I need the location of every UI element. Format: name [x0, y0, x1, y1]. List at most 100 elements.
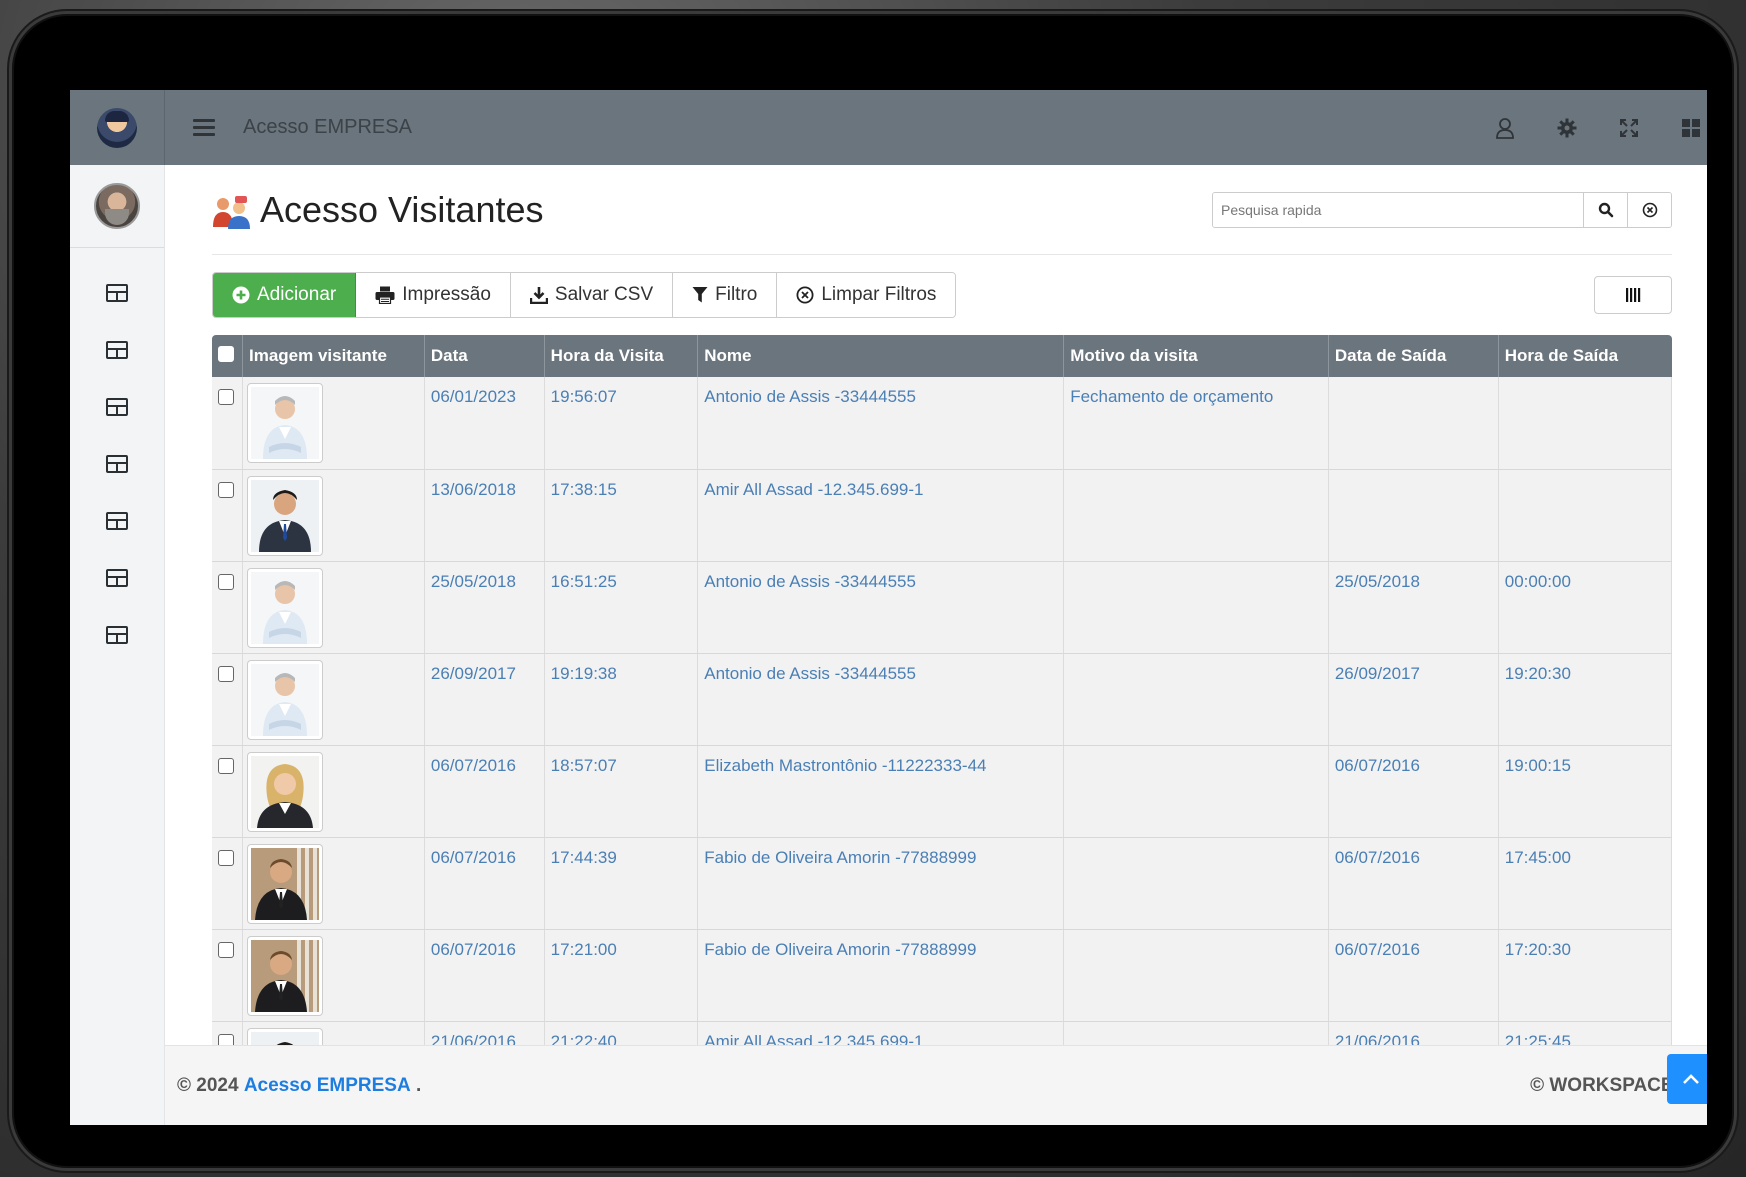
table-row[interactable]: 06/07/2016 17:21:00 Fabio de Oliveira Amor…	[212, 929, 1673, 1022]
row-checkbox[interactable]	[218, 941, 234, 958]
cell-data[interactable]: 21/06/2016	[424, 1021, 545, 1045]
column-header[interactable]: Data de Saída	[1328, 335, 1499, 377]
cell-data[interactable]: 06/07/2016	[424, 837, 545, 930]
sidebar-item-3[interactable]	[70, 378, 164, 435]
cell-hora[interactable]: 21:22:40	[544, 1021, 699, 1045]
cell-motivo[interactable]	[1063, 1021, 1329, 1045]
visitor-photo[interactable]	[246, 843, 323, 924]
cell-data[interactable]: 13/06/2018	[424, 469, 545, 562]
cell-nome[interactable]: Antonio de Assis -33444555	[697, 653, 1065, 746]
add-button[interactable]: Adicionar	[213, 273, 357, 317]
table-row[interactable]: 06/07/2016 18:57:07 Elizabeth Mastrontônio…	[212, 745, 1673, 838]
cell-data-saida[interactable]	[1328, 469, 1499, 562]
apps-icon[interactable]	[1679, 116, 1703, 140]
filter-button[interactable]: Filtro	[673, 273, 778, 317]
cell-data-saida[interactable]: 06/07/2016	[1328, 745, 1499, 838]
user-icon[interactable]	[1493, 116, 1517, 140]
table-row[interactable]: 06/01/2023 19:56:07 Antonio de Assis -3344…	[212, 377, 1673, 470]
cell-nome[interactable]: Elizabeth Mastrontônio -11222333-44	[697, 745, 1065, 838]
visitor-photo[interactable]	[246, 383, 323, 463]
columns-button[interactable]	[1594, 276, 1672, 314]
cell-hora-saida[interactable]: 21:25:45	[1498, 1021, 1673, 1045]
cell-data-saida[interactable]: 06/07/2016	[1328, 929, 1499, 1022]
table-row[interactable]: 06/07/2016 17:44:39 Fabio de Oliveira Amor…	[212, 837, 1673, 930]
visitor-photo[interactable]	[246, 475, 323, 556]
gear-icon[interactable]	[1555, 116, 1579, 140]
hamburger-icon[interactable]	[193, 119, 215, 136]
cell-data-saida[interactable]	[1328, 377, 1499, 470]
cell-hora-saida[interactable]	[1498, 377, 1673, 470]
table-row[interactable]: 26/09/2017 19:19:38 Antonio de Assis -3344…	[212, 653, 1673, 746]
visitor-photo[interactable]	[246, 751, 323, 832]
cell-motivo[interactable]	[1063, 929, 1329, 1022]
cell-data[interactable]: 06/01/2023	[424, 377, 545, 470]
fullscreen-icon[interactable]	[1617, 116, 1641, 140]
cell-hora-saida[interactable]: 19:20:30	[1498, 653, 1673, 746]
sidebar-item-7[interactable]	[70, 606, 164, 663]
cell-nome[interactable]: Amir All Assad -12.345.699-1	[697, 469, 1065, 562]
select-all-checkbox[interactable]	[218, 345, 234, 362]
row-checkbox[interactable]	[218, 573, 234, 590]
cell-data[interactable]: 26/09/2017	[424, 653, 545, 746]
footer-brand-link[interactable]: Acesso EMPRESA	[244, 1075, 411, 1097]
cell-motivo[interactable]	[1063, 469, 1329, 562]
visitor-photo[interactable]	[246, 659, 323, 740]
column-header[interactable]: Motivo da visita	[1063, 335, 1329, 377]
sidebar-item-5[interactable]	[70, 492, 164, 549]
cell-hora-saida[interactable]	[1498, 469, 1673, 562]
sidebar-item-4[interactable]	[70, 435, 164, 492]
table-row[interactable]: 13/06/2018 17:38:15 Amir All Assad -12.345…	[212, 469, 1673, 562]
cell-data-saida[interactable]: 25/05/2018	[1328, 561, 1499, 654]
cell-hora[interactable]: 18:57:07	[544, 745, 699, 838]
clear-filters-button[interactable]: Limpar Filtros	[777, 273, 956, 317]
cell-nome[interactable]: Fabio de Oliveira Amorin -77888999	[697, 929, 1065, 1022]
save-csv-button[interactable]: Salvar CSV	[510, 273, 674, 317]
brand-box[interactable]	[70, 90, 165, 165]
scroll-top-button[interactable]	[1667, 1054, 1707, 1104]
row-checkbox[interactable]	[218, 665, 234, 682]
column-header[interactable]: Data	[424, 335, 545, 377]
column-header[interactable]: Imagem visitante	[242, 335, 425, 377]
cell-hora[interactable]: 17:21:00	[544, 929, 699, 1022]
visitor-photo[interactable]	[246, 567, 323, 648]
sidebar-item-6[interactable]	[70, 549, 164, 606]
table-row[interactable]: 21/06/2016 21:22:40 Amir All Assad -12.345…	[212, 1021, 1673, 1045]
print-button[interactable]: Impressão	[356, 273, 511, 317]
search-button[interactable]	[1583, 192, 1627, 227]
cell-data[interactable]: 06/07/2016	[424, 745, 545, 838]
table-row[interactable]: 25/05/2018 16:51:25 Antonio de Assis -3344…	[212, 561, 1673, 654]
cell-data-saida[interactable]: 21/06/2016	[1328, 1021, 1499, 1045]
search-input[interactable]	[1213, 192, 1583, 227]
cell-data-saida[interactable]: 26/09/2017	[1328, 653, 1499, 746]
cell-hora[interactable]: 17:38:15	[544, 469, 699, 562]
cell-motivo[interactable]	[1063, 653, 1329, 746]
cell-hora[interactable]: 19:19:38	[544, 653, 699, 746]
cell-motivo[interactable]	[1063, 745, 1329, 838]
row-checkbox[interactable]	[218, 481, 234, 498]
cell-data[interactable]: 06/07/2016	[424, 929, 545, 1022]
cell-hora-saida[interactable]: 19:00:15	[1498, 745, 1673, 838]
cell-nome[interactable]: Fabio de Oliveira Amorin -77888999	[697, 837, 1065, 930]
column-header[interactable]: Hora da Visita	[544, 335, 699, 377]
row-checkbox[interactable]	[218, 849, 234, 866]
cell-motivo[interactable]	[1063, 561, 1329, 654]
cell-hora[interactable]: 16:51:25	[544, 561, 699, 654]
cell-hora[interactable]: 17:44:39	[544, 837, 699, 930]
cell-data[interactable]: 25/05/2018	[424, 561, 545, 654]
sidebar-item-2[interactable]	[70, 321, 164, 378]
clear-search-button[interactable]	[1627, 192, 1671, 227]
cell-hora-saida[interactable]: 00:00:00	[1498, 561, 1673, 654]
cell-nome[interactable]: Antonio de Assis -33444555	[697, 561, 1065, 654]
cell-data-saida[interactable]: 06/07/2016	[1328, 837, 1499, 930]
cell-hora-saida[interactable]: 17:20:30	[1498, 929, 1673, 1022]
cell-hora[interactable]: 19:56:07	[544, 377, 699, 470]
cell-motivo[interactable]: Fechamento de orçamento	[1063, 377, 1329, 470]
avatar[interactable]	[94, 183, 140, 229]
visitor-photo[interactable]	[246, 935, 323, 1016]
row-checkbox[interactable]	[218, 1033, 234, 1045]
visitor-photo[interactable]	[246, 1027, 323, 1045]
column-header[interactable]: Nome	[697, 335, 1065, 377]
row-checkbox[interactable]	[218, 757, 234, 774]
sidebar-item-1[interactable]	[70, 264, 164, 321]
row-checkbox[interactable]	[218, 389, 234, 405]
